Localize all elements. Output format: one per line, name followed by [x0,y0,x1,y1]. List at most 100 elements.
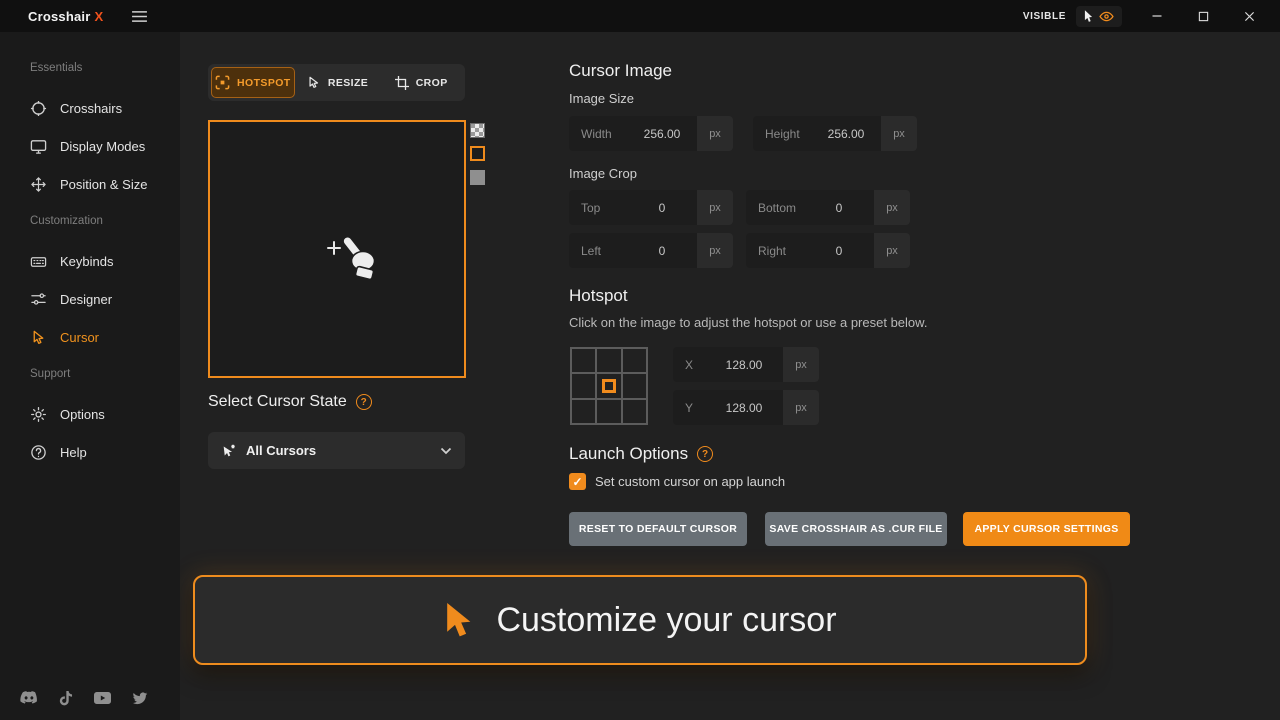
preview-bg-gray-swatch[interactable] [470,170,485,185]
crop-top-unit: px [697,190,733,225]
sidebar-item-options[interactable]: Options [0,395,180,433]
hotspot-preset-cell-center-selected[interactable] [596,373,621,398]
resize-cursor-icon [307,76,321,90]
hotspot-preset-cell[interactable] [596,348,621,373]
hotspot-heading: Hotspot [569,286,628,306]
sidebar-section-support: Support [30,368,70,380]
banner-cursor-arrow-icon [443,602,474,639]
launch-on-start-checkbox-row[interactable]: ✓ Set custom cursor on app launch [569,473,785,490]
hotspot-preset-cell[interactable] [571,399,596,424]
move-icon [30,176,47,193]
hotspot-preset-cell[interactable] [622,399,647,424]
crop-top-field[interactable]: Top 0 px [569,190,733,225]
crop-left-label: Left [569,244,627,258]
launch-options-heading-row: Launch Options ? [569,444,713,464]
tiktok-icon[interactable] [59,690,73,706]
crop-right-label: Right [746,244,804,258]
maximize-button[interactable] [1180,0,1226,32]
crop-bottom-unit: px [874,190,910,225]
crop-bottom-value: 0 [804,201,874,215]
hotspot-preset-cell[interactable] [596,399,621,424]
tab-hotspot[interactable]: HOTSPOT [211,67,295,98]
height-field-value: 256.00 [811,127,881,141]
height-field-label: Height [753,127,811,141]
sidebar-item-cursor[interactable]: Cursor [0,318,180,356]
crop-bottom-label: Bottom [746,201,804,215]
cursor-visibility-toggle[interactable] [1076,6,1122,27]
minimize-button[interactable] [1134,0,1180,32]
hotspot-y-unit: px [783,390,819,425]
width-field-value: 256.00 [627,127,697,141]
cursor-pointer-icon [1084,10,1093,23]
gear-icon [30,406,47,423]
sidebar-item-label: Crosshairs [60,101,122,116]
hotspot-preset-cell[interactable] [622,373,647,398]
hotspot-y-label: Y [673,401,705,415]
preview-bg-dark-swatch-selected[interactable] [470,146,485,161]
hamburger-menu-icon[interactable] [131,10,148,23]
crop-icon [395,76,409,90]
preview-bg-transparent-swatch[interactable] [470,123,485,138]
tab-label: CROP [416,77,448,89]
save-cur-file-button[interactable]: SAVE CROSSHAIR AS .CUR FILE [765,512,947,546]
reset-default-cursor-button[interactable]: RESET TO DEFAULT CURSOR [569,512,747,546]
hotspot-y-value: 128.00 [705,401,783,415]
crop-left-unit: px [697,233,733,268]
titlebar: CrosshairX VISIBLE [0,0,1280,32]
sidebar-item-keybinds[interactable]: Keybinds [0,242,180,280]
sidebar-item-label: Designer [60,292,112,307]
brand-accent-text: X [95,9,104,24]
width-field[interactable]: Width 256.00 px [569,116,733,151]
all-cursors-icon [221,443,237,459]
crop-right-unit: px [874,233,910,268]
crop-left-value: 0 [627,244,697,258]
sidebar-item-label: Help [60,445,87,460]
hotspot-y-field[interactable]: Y 128.00 px [673,390,819,425]
question-glyph: ? [702,449,708,460]
sidebar-item-help[interactable]: Help [0,433,180,471]
youtube-icon[interactable] [94,692,111,704]
hotspot-preset-cell[interactable] [571,373,596,398]
width-field-label: Width [569,127,627,141]
hotspot-icon [215,75,230,90]
hotspot-preset-cell[interactable] [622,348,647,373]
sidebar-item-designer[interactable]: Designer [0,280,180,318]
cursor-icon [30,329,47,346]
sidebar-item-crosshairs[interactable]: Crosshairs [0,89,180,127]
hotspot-x-unit: px [783,347,819,382]
checkbox-checked[interactable]: ✓ [569,473,586,490]
close-button[interactable] [1226,0,1272,32]
crop-right-field[interactable]: Right 0 px [746,233,910,268]
cursor-preview-canvas[interactable] [208,120,466,378]
hotspot-x-value: 128.00 [705,358,783,372]
twitter-icon[interactable] [132,692,148,705]
hotspot-x-field[interactable]: X 128.00 px [673,347,819,382]
launch-options-heading: Launch Options [569,444,688,464]
social-links [20,690,148,706]
width-field-unit: px [697,116,733,151]
editor-tabbar: HOTSPOT RESIZE CROP [208,64,465,101]
discord-icon[interactable] [20,691,38,705]
cursor-state-dropdown[interactable]: All Cursors [208,432,465,469]
tab-crop[interactable]: CROP [380,67,462,98]
hotspot-x-label: X [673,358,705,372]
crop-bottom-field[interactable]: Bottom 0 px [746,190,910,225]
launch-options-help-icon[interactable]: ? [697,446,713,462]
cursor-state-help-icon[interactable]: ? [356,394,372,410]
height-field[interactable]: Height 256.00 px [753,116,917,151]
crop-top-label: Top [569,201,627,215]
hotspot-preset-cell[interactable] [571,348,596,373]
crop-right-value: 0 [804,244,874,258]
keyboard-icon [30,253,47,270]
customize-cursor-banner[interactable]: Customize your cursor [193,575,1087,665]
banner-text: Customize your cursor [496,601,836,640]
sidebar-item-display-modes[interactable]: Display Modes [0,127,180,165]
question-glyph: ? [361,397,367,408]
sidebar-item-position-size[interactable]: Position & Size [0,165,180,203]
apply-cursor-settings-button[interactable]: APPLY CURSOR SETTINGS [963,512,1130,546]
app-brand: CrosshairX [28,9,103,24]
check-icon: ✓ [572,475,582,489]
crop-left-field[interactable]: Left 0 px [569,233,733,268]
sidebar-section-customization: Customization [30,215,103,227]
tab-resize[interactable]: RESIZE [297,67,379,98]
